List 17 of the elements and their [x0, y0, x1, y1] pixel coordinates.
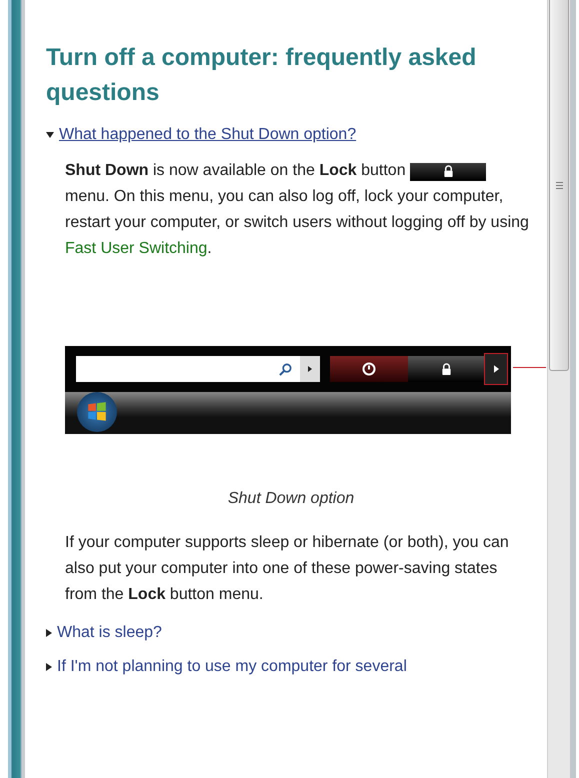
image-caption: Shut Down option — [226, 489, 356, 509]
scrollbar-thumb[interactable] — [549, 0, 569, 371]
help-link[interactable]: Fast User Switching — [65, 240, 208, 257]
page-heading: Turn off a computer: frequently asked questions — [46, 43, 478, 108]
search-icon — [279, 362, 292, 376]
power-icon — [362, 362, 376, 376]
answer-paragraph: Shut Down is now available on the Lock button menu. On this menu, you can also log off, lock your computer, restart your computer, or switch users without logging off by using Fast User Switching. — [65, 161, 530, 259]
start-orb-icon — [77, 392, 117, 432]
leader-line — [513, 367, 546, 368]
caret-right-icon — [494, 365, 498, 373]
padlock-icon — [440, 362, 452, 376]
answer-paragraph: If your computer supports sleep or hibernate (or both), you can also put your computer into one of these power-saving states from the Lock button menu. — [65, 533, 510, 605]
padlock-icon — [442, 165, 454, 178]
expand-link[interactable]: What is sleep? — [57, 622, 162, 644]
caret-right-icon — [308, 366, 312, 372]
expand-link[interactable]: What happened to the Shut Down option? — [59, 124, 356, 146]
expand-link[interactable]: If I'm not planning to use my computer for several — [57, 656, 407, 678]
